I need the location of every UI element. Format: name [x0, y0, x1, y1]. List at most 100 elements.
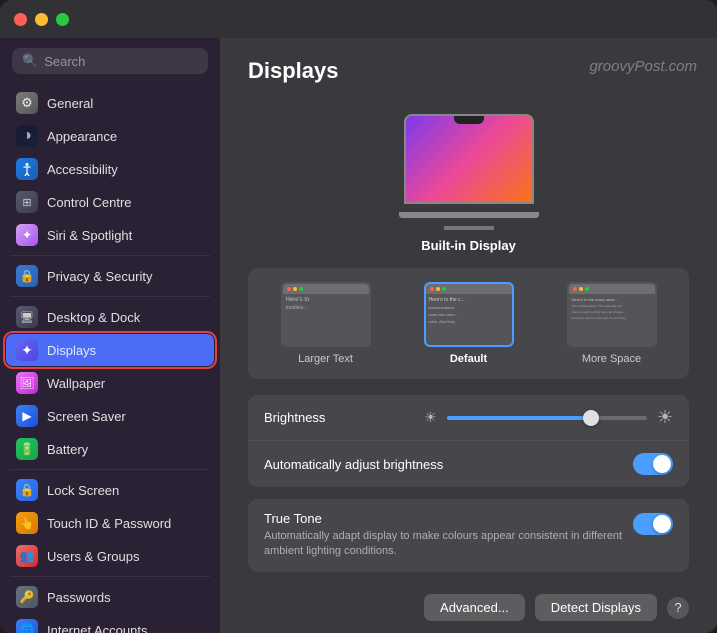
brightness-high-icon: ☀: [657, 407, 673, 428]
true-tone-sublabel: Automatically adapt display to make colo…: [264, 529, 624, 560]
display-preview: Built-in Display: [399, 114, 539, 253]
resolution-options: Here's to troubles... Larger Text: [248, 282, 689, 365]
auto-brightness-label: Automatically adjust brightness: [264, 457, 443, 472]
sidebar-label-general: General: [47, 96, 93, 111]
search-icon: 🔍: [22, 53, 38, 69]
res-body-3: Here's to the crazy ones... The troublem…: [569, 294, 655, 345]
res-option-default[interactable]: Here's to the c... troublemakers ones wh…: [401, 282, 536, 365]
true-tone-row: True Tone Automatically adapt display to…: [248, 499, 689, 572]
dot-r-2: [430, 287, 434, 291]
privacy-icon: 🔒: [16, 265, 38, 287]
sidebar-label-battery: Battery: [47, 442, 88, 457]
dot-y-3: [579, 287, 583, 291]
divider-3: [10, 469, 210, 470]
close-button[interactable]: [14, 13, 27, 26]
res-label-default: Default: [450, 353, 487, 365]
res-label-more-space: More Space: [582, 353, 641, 365]
sidebar-item-privacy[interactable]: 🔒 Privacy & Security: [6, 260, 214, 292]
sidebar-label-displays: Displays: [47, 343, 96, 358]
bottom-bar: Advanced... Detect Displays ?: [220, 582, 717, 633]
sidebar-item-appearance[interactable]: ◑ Appearance: [6, 120, 214, 152]
detect-displays-button[interactable]: Detect Displays: [535, 594, 657, 621]
sidebar-item-battery[interactable]: 🔋 Battery: [6, 433, 214, 465]
res-body-1: Here's to troubles...: [283, 294, 369, 345]
sidebar-item-internet[interactable]: 🌐 Internet Accounts: [6, 614, 214, 633]
true-tone-text: True Tone Automatically adapt display to…: [264, 511, 624, 560]
sidebar-item-touchid[interactable]: 👆 Touch ID & Password: [6, 507, 214, 539]
monitor-graphic: [404, 114, 534, 204]
monitor-stand: [444, 226, 494, 230]
sidebar-item-users[interactable]: 👥 Users & Groups: [6, 540, 214, 572]
brightness-control: ☀ ☀: [424, 407, 673, 428]
brightness-low-icon: ☀: [424, 409, 437, 426]
sidebar-item-screensaver[interactable]: ▶ Screen Saver: [6, 400, 214, 432]
sidebar-item-displays[interactable]: ✦ Displays: [6, 334, 214, 366]
content-area: 🔍 Search ⚙ General ◑ Appearance: [0, 38, 717, 633]
sidebar-label-passwords: Passwords: [47, 590, 111, 605]
dot-r-1: [287, 287, 291, 291]
res-label-larger-text: Larger Text: [298, 353, 353, 365]
battery-icon: 🔋: [16, 438, 38, 460]
sidebar-item-lockscreen[interactable]: 🔒 Lock Screen: [6, 474, 214, 506]
sidebar-label-touchid: Touch ID & Password: [47, 516, 171, 531]
maximize-button[interactable]: [56, 13, 69, 26]
help-button[interactable]: ?: [667, 597, 689, 619]
sidebar-list: ⚙ General ◑ Appearance Accessibility: [0, 84, 220, 633]
title-bar: [0, 0, 717, 38]
advanced-button[interactable]: Advanced...: [424, 594, 525, 621]
res-option-more-space[interactable]: Here's to the crazy ones... The troublem…: [544, 282, 679, 365]
sidebar-item-accessibility[interactable]: Accessibility: [6, 153, 214, 185]
divider-2: [10, 296, 210, 297]
sidebar-label-internet: Internet Accounts: [47, 623, 147, 633]
true-tone-label: True Tone: [264, 511, 624, 526]
dot-r-3: [573, 287, 577, 291]
wallpaper-icon: 🖼: [16, 372, 38, 394]
dot-y-2: [436, 287, 440, 291]
sidebar-label-control: Control Centre: [47, 195, 132, 210]
res-option-larger-text[interactable]: Here's to troubles... Larger Text: [258, 282, 393, 365]
general-icon: ⚙: [16, 92, 38, 114]
res-preview-larger-text: Here's to troubles...: [281, 282, 371, 347]
brightness-thumb[interactable]: [583, 410, 599, 426]
sidebar-label-accessibility: Accessibility: [47, 162, 118, 177]
main-content: groovyPost.com Displays Built-in Display: [220, 38, 717, 633]
sidebar-item-general[interactable]: ⚙ General: [6, 87, 214, 119]
resolution-section: Here's to troubles... Larger Text: [248, 268, 689, 379]
auto-brightness-row: Automatically adjust brightness: [248, 441, 689, 487]
divider-1: [10, 255, 210, 256]
touchid-icon: 👆: [16, 512, 38, 534]
sidebar-label-users: Users & Groups: [47, 549, 139, 564]
sidebar-item-passwords[interactable]: 🔑 Passwords: [6, 581, 214, 613]
display-preview-section: Built-in Display: [248, 94, 689, 268]
search-box[interactable]: 🔍 Search: [12, 48, 208, 74]
brightness-slider[interactable]: [447, 416, 647, 420]
brightness-label: Brightness: [264, 410, 325, 425]
dot-g-2: [442, 287, 446, 291]
search-placeholder: Search: [44, 54, 85, 69]
siri-icon: ✦: [16, 224, 38, 246]
users-icon: 👥: [16, 545, 38, 567]
main-scroll-area: Built-in Display: [220, 94, 717, 582]
true-tone-section: True Tone Automatically adapt display to…: [248, 499, 689, 572]
passwords-icon: 🔑: [16, 586, 38, 608]
true-tone-toggle[interactable]: [633, 513, 673, 535]
brightness-row: Brightness ☀ ☀: [248, 395, 689, 441]
brightness-fill: [447, 416, 591, 420]
auto-brightness-toggle[interactable]: [633, 453, 673, 475]
res-header-1: [283, 284, 369, 294]
sidebar-label-screensaver: Screen Saver: [47, 409, 126, 424]
display-name-label: Built-in Display: [421, 238, 516, 253]
desktop-icon: 🖥: [16, 306, 38, 328]
sidebar-item-wallpaper[interactable]: 🖼 Wallpaper: [6, 367, 214, 399]
sidebar-item-control-centre[interactable]: ⊞ Control Centre: [6, 186, 214, 218]
sidebar-label-siri: Siri & Spotlight: [47, 228, 132, 243]
displays-icon: ✦: [16, 339, 38, 361]
control-icon: ⊞: [16, 191, 38, 213]
sidebar-item-desktop[interactable]: 🖥 Desktop & Dock: [6, 301, 214, 333]
search-container: 🔍 Search: [0, 38, 220, 84]
sidebar-label-wallpaper: Wallpaper: [47, 376, 105, 391]
screensaver-icon: ▶: [16, 405, 38, 427]
sidebar-item-siri[interactable]: ✦ Siri & Spotlight: [6, 219, 214, 251]
minimize-button[interactable]: [35, 13, 48, 26]
main-window: 🔍 Search ⚙ General ◑ Appearance: [0, 0, 717, 633]
